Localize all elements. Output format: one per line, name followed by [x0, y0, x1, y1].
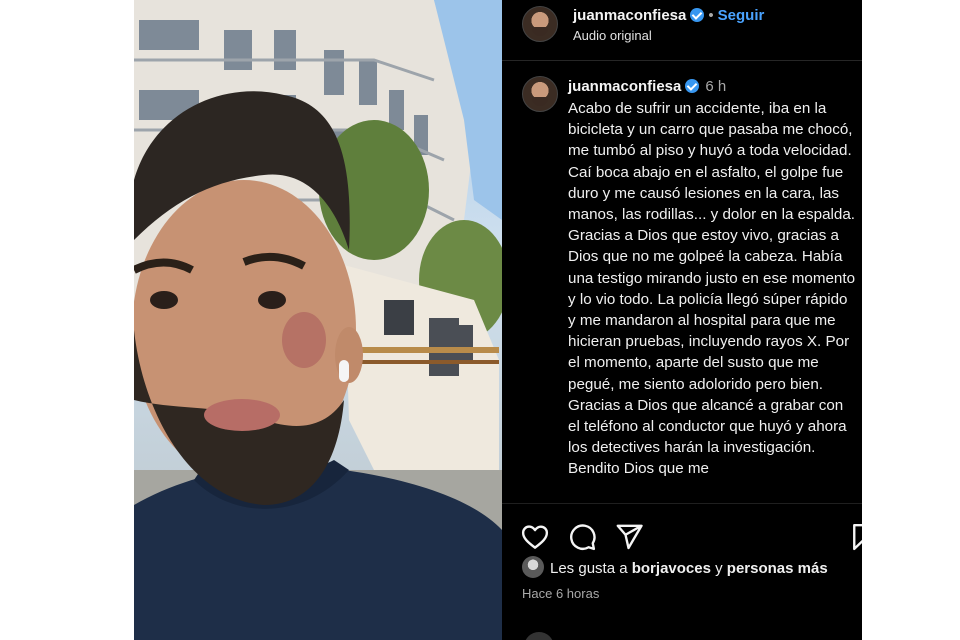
caption-author-username[interactable]: juanmaconfiesa: [568, 78, 681, 95]
heart-icon[interactable]: [520, 522, 550, 552]
header-divider: [502, 60, 862, 61]
video-frame: [134, 0, 502, 640]
verified-badge-icon: [690, 8, 705, 22]
post-video[interactable]: [134, 0, 502, 640]
liker-username[interactable]: borjavoces: [632, 560, 711, 577]
comment-icon[interactable]: [567, 522, 597, 552]
liker-avatar: [522, 556, 544, 578]
verified-badge-icon: [685, 79, 700, 93]
likes-joiner: y: [715, 560, 723, 577]
caption-author-avatar[interactable]: [522, 76, 558, 112]
likes-prefix: Les gusta a: [550, 560, 628, 577]
caption-text: Acabo de sufrir un accidente, iba en la …: [568, 100, 856, 478]
separator-dot: •: [708, 7, 714, 24]
likes-summary[interactable]: Les gusta a borjavoces y personas más: [522, 556, 828, 578]
post-header: juanmaconfiesa • Seguir: [573, 7, 764, 24]
follow-button[interactable]: Seguir: [718, 7, 765, 24]
post-side-panel: juanmaconfiesa • Seguir Audio original jua…: [502, 0, 862, 640]
audio-label[interactable]: Audio original: [573, 28, 652, 43]
paper-plane-icon[interactable]: [614, 522, 644, 552]
caption-header: juanmaconfiesa 6 h: [568, 78, 726, 95]
post-timestamp: Hace 6 horas: [522, 586, 600, 601]
author-username[interactable]: juanmaconfiesa: [573, 7, 686, 24]
author-avatar[interactable]: [522, 6, 558, 42]
likes-others[interactable]: personas más: [727, 560, 828, 577]
bookmark-icon[interactable]: [848, 522, 862, 552]
caption-timestamp: 6 h: [705, 78, 727, 95]
